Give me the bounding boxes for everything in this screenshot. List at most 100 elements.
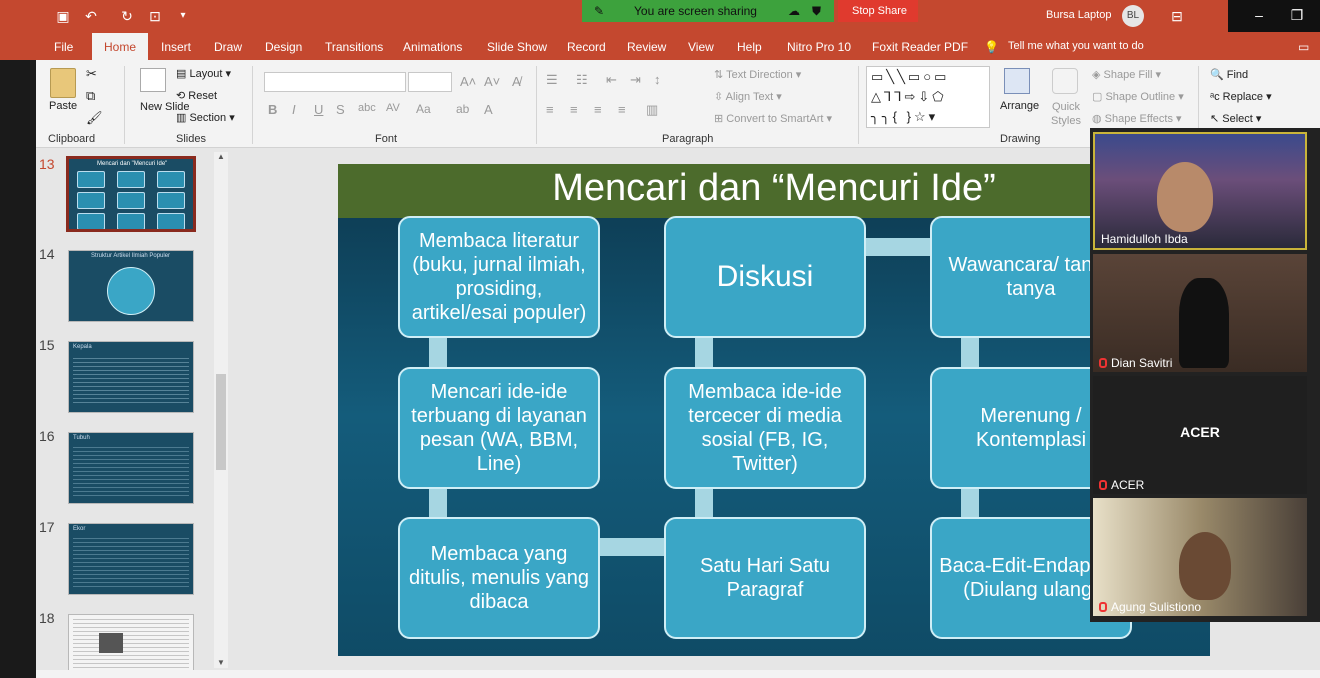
tab-slide-show[interactable]: Slide Show xyxy=(487,40,547,54)
reset-button[interactable]: ⟲ Reset xyxy=(176,89,217,102)
decrease-indent-icon[interactable]: ⇤ xyxy=(606,72,617,88)
pin-icon: ✎ xyxy=(594,4,605,18)
tab-nitro[interactable]: Nitro Pro 10 xyxy=(787,40,851,54)
tab-record[interactable]: Record xyxy=(567,40,606,54)
cut-icon[interactable]: ✂ xyxy=(86,66,97,82)
bold-icon[interactable]: B xyxy=(268,102,277,117)
clipboard-icon[interactable] xyxy=(50,68,76,98)
idea-box[interactable]: Membaca literatur (buku, jurnal ilmiah, … xyxy=(398,216,600,338)
scroll-down-icon[interactable]: ▼ xyxy=(217,658,225,667)
slide-thumbnail-14[interactable]: Struktur Artikel Ilmiah Populer xyxy=(68,250,194,322)
idea-box[interactable]: Satu Hari Satu Paragraf xyxy=(664,517,866,639)
slide-thumbnail-15[interactable]: Kepala xyxy=(68,341,194,413)
quick-styles-icon[interactable] xyxy=(1052,68,1078,94)
font-size-select[interactable] xyxy=(408,72,452,92)
slide-title[interactable]: Mencari dan “Mencuri Ide” xyxy=(338,164,1210,218)
tab-view[interactable]: View xyxy=(688,40,714,54)
char-spacing-icon[interactable]: AV xyxy=(386,102,400,114)
video-tile[interactable]: ACER ACER xyxy=(1093,376,1307,494)
increase-indent-icon[interactable]: ⇥ xyxy=(630,72,641,88)
tab-draw[interactable]: Draw xyxy=(214,40,242,54)
quick-styles-button[interactable]: Quick Styles xyxy=(1048,100,1084,128)
idea-box[interactable]: Membaca ide-ide tercecer di media sosial… xyxy=(664,367,866,489)
tell-me-search[interactable]: Tell me what you want to do xyxy=(1008,40,1144,52)
video-tile[interactable]: Agung Sulistiono xyxy=(1093,498,1307,616)
thumbnail-scrollbar[interactable]: ▲ ▼ xyxy=(214,152,228,668)
undo-icon[interactable]: ↶ xyxy=(82,7,100,25)
shrink-font-icon[interactable]: A˅ xyxy=(484,74,500,89)
save-icon[interactable]: ▣ xyxy=(54,7,72,25)
font-color-icon[interactable]: A xyxy=(484,102,493,117)
shape-outline-button[interactable]: ▢ Shape Outline ▾ xyxy=(1092,90,1184,103)
redo-icon[interactable]: ↻ xyxy=(118,7,136,25)
comments-icon[interactable]: ▭ xyxy=(1298,40,1309,54)
tab-home[interactable]: Home xyxy=(92,33,148,60)
replace-button[interactable]: ᵃc Replace ▾ xyxy=(1210,90,1272,103)
align-text-button[interactable]: ⇳ Align Text ▾ xyxy=(714,90,782,103)
tab-review[interactable]: Review xyxy=(627,40,666,54)
video-tile[interactable]: Hamidulloh Ibda xyxy=(1093,132,1307,250)
font-family-select[interactable] xyxy=(264,72,406,92)
avatar[interactable]: BL xyxy=(1122,5,1144,27)
window-controls: – ❐ xyxy=(1228,0,1320,32)
copy-icon[interactable]: ⧉ xyxy=(86,88,95,104)
change-case-icon[interactable]: Aa xyxy=(416,102,431,116)
format-painter-icon[interactable]: 🖌 xyxy=(86,110,103,126)
shape-fill-button[interactable]: ◈ Shape Fill ▾ xyxy=(1092,68,1161,81)
tab-animations[interactable]: Animations xyxy=(403,40,462,54)
align-right-icon[interactable]: ≡ xyxy=(594,102,602,117)
arrange-icon[interactable] xyxy=(1004,68,1030,94)
tab-foxit[interactable]: Foxit Reader PDF xyxy=(872,40,968,54)
find-button[interactable]: 🔍 Find xyxy=(1210,68,1248,81)
slide-thumbnail-17[interactable]: Ekor xyxy=(68,523,194,595)
video-tile[interactable]: Dian Savitri xyxy=(1093,254,1307,372)
lightbulb-icon: 💡 xyxy=(984,40,999,54)
align-left-icon[interactable]: ≡ xyxy=(546,102,554,117)
minimize-icon[interactable]: – xyxy=(1250,6,1268,24)
cloud-icon: ☁ xyxy=(788,4,800,18)
shapes-gallery[interactable]: ▭╲╲▭○▭ △⅂⅂⇨⇩⬠ ╮╮{ }☆▾ xyxy=(866,66,990,128)
slide-canvas[interactable]: Mencari dan “Mencuri Ide” Membaca litera… xyxy=(338,164,1210,656)
numbering-icon[interactable]: ☷ xyxy=(576,72,588,88)
highlight-icon[interactable]: ab xyxy=(456,102,469,116)
slide-thumbnail-13[interactable]: Mencari dan "Mencuri Ide" xyxy=(66,156,196,232)
strikethrough-icon[interactable]: abc xyxy=(358,102,376,114)
slide-thumbnail-18[interactable] xyxy=(68,614,194,678)
ribbon-display-icon[interactable]: ⊟ xyxy=(1168,7,1186,25)
window-title: Bursa Laptop xyxy=(1046,9,1112,21)
idea-box[interactable]: Mencari ide-ide terbuang di layanan pesa… xyxy=(398,367,600,489)
shadow-icon[interactable]: S xyxy=(336,102,345,117)
slide-thumbnail-16[interactable]: Tubuh xyxy=(68,432,194,504)
convert-smartart-button[interactable]: ⊞ Convert to SmartArt ▾ xyxy=(714,112,832,125)
tab-design[interactable]: Design xyxy=(265,40,302,54)
justify-icon[interactable]: ≡ xyxy=(618,102,626,117)
select-button[interactable]: ↖ Select ▾ xyxy=(1210,112,1261,125)
tab-help[interactable]: Help xyxy=(737,40,762,54)
paste-button[interactable]: Paste xyxy=(49,100,77,112)
text-direction-button[interactable]: ⇅ Text Direction ▾ xyxy=(714,68,801,81)
tab-transitions[interactable]: Transitions xyxy=(325,40,383,54)
layout-button[interactable]: ▤ Layout ▾ xyxy=(176,67,231,80)
stop-share-button[interactable]: Stop Share xyxy=(838,0,918,22)
idea-box[interactable]: Membaca yang ditulis, menulis yang dibac… xyxy=(398,517,600,639)
tab-insert[interactable]: Insert xyxy=(161,40,191,54)
scrollbar-thumb[interactable] xyxy=(216,374,226,470)
arrange-button[interactable]: Arrange xyxy=(1000,100,1039,112)
idea-box[interactable]: Diskusi xyxy=(664,216,866,338)
present-icon[interactable]: ⊡ xyxy=(146,7,164,25)
shape-effects-button[interactable]: ◍ Shape Effects ▾ xyxy=(1092,112,1182,125)
restore-icon[interactable]: ❐ xyxy=(1288,6,1306,24)
align-center-icon[interactable]: ≡ xyxy=(570,102,578,117)
underline-icon[interactable]: U xyxy=(314,102,323,117)
scroll-up-icon[interactable]: ▲ xyxy=(217,152,225,161)
section-button[interactable]: ▥ Section ▾ xyxy=(176,111,235,124)
clear-format-icon[interactable]: A̸ xyxy=(512,74,521,89)
columns-icon[interactable]: ▥ xyxy=(646,102,658,118)
tab-file[interactable]: File xyxy=(54,40,73,54)
line-spacing-icon[interactable]: ↕ xyxy=(654,72,661,87)
italic-icon[interactable]: I xyxy=(292,102,296,117)
customize-toolbar-icon[interactable]: ▾ xyxy=(174,7,192,25)
new-slide-icon[interactable] xyxy=(140,68,166,92)
bullets-icon[interactable]: ☰ xyxy=(546,72,558,88)
grow-font-icon[interactable]: A˄ xyxy=(460,74,476,89)
